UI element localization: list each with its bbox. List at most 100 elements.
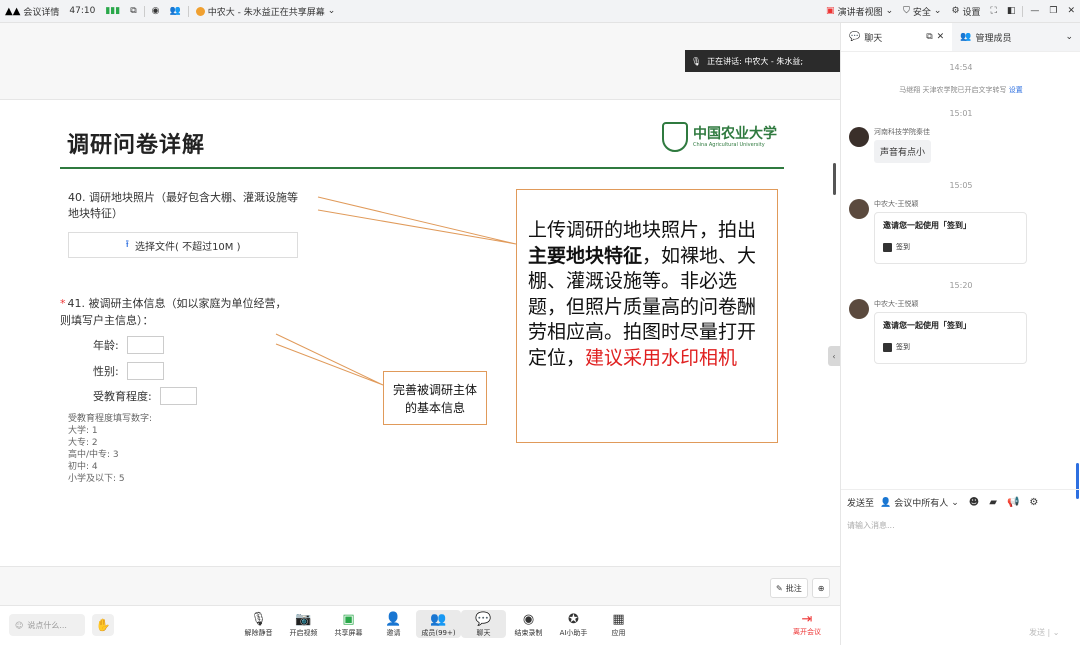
chat-settings-icon[interactable]: ⚙ (1029, 497, 1038, 508)
logo-text-cn: 中国农业大学 (693, 125, 777, 142)
tab-chat[interactable]: 💬 聊天 ⧉ ✕ (841, 23, 953, 51)
scroll-indicator[interactable] (833, 163, 836, 195)
avatar (195, 6, 205, 16)
avatar (849, 299, 869, 319)
annotation-bar: ✎ 批注 ⊕ (770, 578, 831, 598)
message-input[interactable]: 请输入消息... (847, 520, 895, 531)
mic-muted-icon: 🎙 (250, 611, 267, 627)
security-button[interactable]: ⛉ 安全 ⌄ (898, 5, 946, 18)
meeting-logo-icon: ▲▲ (5, 5, 21, 17)
layout-icon: ▣ (826, 6, 835, 16)
chevron-left-icon: ‹ (832, 351, 836, 361)
folder-icon[interactable]: ▰ (989, 497, 997, 508)
chat-icon: 💬 (475, 611, 492, 627)
minimize-icon[interactable]: — (1025, 6, 1044, 16)
send-button[interactable]: 发送 | ⌄ (1029, 627, 1059, 638)
invite-icon: 👤 (385, 611, 402, 627)
record-status-icon[interactable]: ◉ (147, 6, 165, 16)
people-icon[interactable]: 👥 (165, 6, 186, 16)
external-icon[interactable]: ⧉ (125, 6, 141, 16)
speaker-view-button[interactable]: ▣ 演讲者视图 ⌄ (821, 5, 898, 18)
checkin-card[interactable]: 邀请您一起使用「签到」 签到 (874, 312, 1027, 364)
duration: 47:10 (69, 6, 96, 16)
person-icon: 👤 (880, 497, 892, 508)
timestamp: 15:05 (949, 181, 973, 190)
callout-photo-tip: 上传调研的地块照片，拍出主要地块特征，如裸地、大棚、灌溉设施等。非必选题，但照片… (516, 189, 778, 443)
education-input[interactable] (159, 387, 197, 405)
signal-icon[interactable]: ▮▮▮ (100, 6, 125, 16)
unmute-button[interactable]: 🎙 解除静音 (236, 610, 281, 638)
required-mark: * (60, 297, 66, 310)
controls: 🎙 解除静音 📷 开启视频 ▣ 共享屏幕 👤 邀请 👥 成员(99+) 💬 聊天 ◉ 结束录制… (236, 610, 641, 638)
share-screen-button[interactable]: ▣ 共享屏幕 (326, 610, 371, 638)
stop-recording-button[interactable]: ◉ 结束录制 (506, 610, 551, 638)
timestamp: 15:01 (949, 109, 973, 118)
chevron-down-icon: ⌄ (933, 6, 942, 16)
divider (187, 5, 189, 17)
leave-meeting-button[interactable]: ⇥ 离开会议 (793, 612, 821, 637)
zoom-icon: ⊕ (817, 583, 825, 593)
avatar (849, 127, 869, 147)
chevron-down-icon: ⌄ (1065, 32, 1073, 42)
share-screen-icon: ▣ (342, 611, 355, 627)
collapse-panel-button[interactable]: ‹ (828, 346, 840, 366)
ai-assistant-button[interactable]: ✪ AI小助手 (551, 610, 596, 638)
system-message: 马继翔 天津农学院已开启文字转写 设置 (899, 86, 1023, 94)
members-icon: 👥 (960, 32, 972, 42)
settings-button[interactable]: ⚙ 设置 (946, 5, 985, 18)
shared-screen: 🎙 正在讲话: 中农大 - 朱水益; 调研问卷详解 中国农业大学 China A… (0, 23, 840, 605)
gender-input[interactable] (126, 362, 164, 380)
tab-members[interactable]: 👥 管理成员 ⌄ (952, 23, 1080, 51)
exit-icon: ⇥ (801, 612, 813, 627)
camera-off-icon: 📷 (295, 611, 312, 627)
popout-icon[interactable]: ⧉ (926, 32, 932, 42)
speaker-banner: 🎙 正在讲话: 中农大 - 朱水益; (685, 50, 840, 72)
checkin-icon (883, 342, 892, 352)
pen-icon: ✎ (776, 583, 783, 593)
send-target-dropdown[interactable]: 👤 会议中所有人 ⌄ (880, 496, 959, 510)
close-icon[interactable]: ✕ (937, 32, 945, 42)
question-40: 40. 调研地块照片（最好包含大棚、灌溉设施等地块特征） (68, 191, 298, 220)
emoji-icon[interactable]: ☻ (969, 497, 979, 508)
chat-button[interactable]: 💬 聊天 (461, 610, 506, 638)
chat-icon: 💬 (849, 32, 861, 42)
field-gender: 性别: (93, 362, 164, 380)
checkin-card[interactable]: 邀请您一起使用「签到」 签到 (874, 212, 1027, 264)
panel-tabs: 💬 聊天 ⧉ ✕ 👥 管理成员 ⌄ (841, 23, 1080, 52)
meeting-details[interactable]: ▲▲ 会议详情 (0, 5, 64, 18)
chat-panel: 💬 聊天 ⧉ ✕ 👥 管理成员 ⌄ 14:54 马继翔 天津农学院已开启文字转写 设… (840, 23, 1080, 645)
settings-link[interactable]: 设置 (1009, 86, 1023, 94)
callout-subject-info: 完善被调研主体的基本信息 (383, 371, 487, 425)
slide-title: 调研问卷详解 (67, 133, 206, 158)
start-video-button[interactable]: 📷 开启视频 (281, 610, 326, 638)
chevron-down-icon: ⌄ (885, 6, 894, 16)
sidebar-toggle-icon[interactable]: ◧ (1002, 6, 1021, 16)
sharer-dropdown[interactable]: 中农大 - 朱水益正在共享屏幕 ⌄ (191, 5, 341, 18)
annotate-button[interactable]: ✎ 批注 (770, 578, 808, 598)
chevron-down-icon: ⌄ (1052, 628, 1060, 637)
upload-button[interactable]: ⭱ 选择文件( 不超过10M ) (68, 232, 298, 258)
ai-assistant-icon: ✪ (568, 611, 579, 627)
members-button[interactable]: 👥 成员(99+) (416, 610, 461, 638)
invite-button[interactable]: 👤 邀请 (371, 610, 416, 638)
seal-icon (662, 122, 688, 152)
restore-icon[interactable]: ❐ (1044, 6, 1062, 16)
mic-icon: 🎙 (691, 56, 702, 66)
fullscreen-icon[interactable]: ⛶ (986, 6, 1002, 16)
say-something-input[interactable]: ☺ 说点什么... (9, 614, 85, 636)
apps-button[interactable]: ▦ 应用 (596, 610, 641, 638)
chevron-down-icon: ⌄ (951, 497, 959, 508)
close-icon[interactable]: ✕ (1062, 6, 1080, 16)
checkin-icon (883, 242, 892, 252)
announce-icon[interactable]: 📢 (1007, 497, 1019, 508)
apps-icon: ▦ (612, 611, 625, 627)
raise-hand-button[interactable]: ✋ (92, 614, 114, 636)
age-input[interactable] (126, 336, 164, 354)
record-icon: ◉ (522, 611, 535, 627)
timestamp: 15:20 (949, 281, 973, 290)
upload-icon: ⭱ (125, 238, 129, 250)
meeting-toolbar: ☺ 说点什么... ✋ 🎙 解除静音 📷 开启视频 ▣ 共享屏幕 👤 邀请 👥 成员(99… (0, 605, 840, 646)
university-logo: 中国农业大学 China Agricultural University (662, 122, 777, 152)
zoom-button[interactable]: ⊕ (811, 578, 831, 598)
shield-icon: ⛉ (903, 6, 910, 16)
